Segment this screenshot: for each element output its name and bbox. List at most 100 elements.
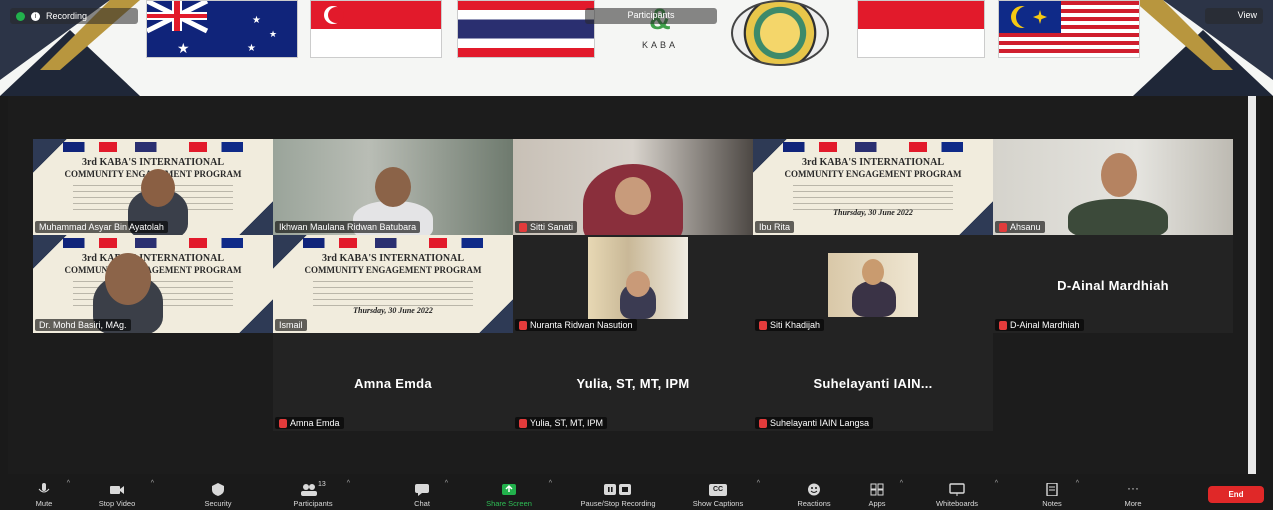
security-button[interactable]: Security [198, 478, 238, 508]
participant-tile[interactable]: 3rd KABA'S INTERNATIONAL COMMUNITY ENGAG… [753, 139, 993, 235]
slide-subtitle: COMMUNITY ENGAGEMENT PROGRAM [784, 169, 962, 179]
captions-icon: CC [709, 484, 727, 496]
participant-video [828, 253, 918, 317]
participant-display-name: Yulia, ST, MT, IPM [576, 376, 690, 392]
shared-screen-banner: ★ ★ ★ ★ & KABA i [0, 0, 1273, 96]
participant-tile[interactable]: D-Ainal Mardhiah D-Ainal Mardhiah [993, 235, 1233, 333]
view-button[interactable]: View [1205, 8, 1263, 24]
participant-tile[interactable]: Sitti Sanati [513, 139, 753, 235]
chevron-up-icon[interactable]: ^ [445, 480, 448, 487]
participant-face [626, 271, 650, 297]
muted-mic-icon [519, 418, 527, 428]
security-label: Security [204, 499, 232, 508]
slide-flags [303, 238, 483, 248]
end-meeting-button[interactable]: End [1208, 486, 1264, 503]
participant-tile[interactable]: Siti Khadijah [753, 235, 993, 333]
participant-tile[interactable]: Ikhwan Maulana Ridwan Batubara [273, 139, 513, 235]
recording-label: Recording [46, 11, 88, 21]
shield-icon [212, 483, 224, 496]
chevron-up-icon[interactable]: ^ [67, 480, 70, 487]
show-captions-button[interactable]: CC ^ Show Captions [688, 478, 760, 508]
whiteboards-button[interactable]: ^ Whiteboards [928, 478, 998, 508]
svg-text:★: ★ [252, 15, 261, 26]
gallery-scrollbar[interactable] [1248, 96, 1256, 474]
kaba-logo-text: KABA [641, 40, 678, 50]
stop-video-button[interactable]: ^ Stop Video [92, 478, 154, 508]
participant-name-text: Amna Emda [290, 418, 340, 428]
chevron-up-icon[interactable]: ^ [995, 480, 998, 487]
participant-name: Nuranta Ridwan Nasution [515, 319, 637, 331]
zoom-meeting-window: ★ ★ ★ ★ & KABA i [0, 0, 1273, 510]
participant-name-text: Ikhwan Maulana Ridwan Batubara [279, 222, 417, 232]
pause-stop-recording-button[interactable]: Pause/Stop Recording [564, 478, 672, 508]
chevron-up-icon[interactable]: ^ [549, 480, 552, 487]
malaysia-flag-icon [998, 0, 1140, 58]
chat-button[interactable]: ^ Chat [408, 478, 448, 508]
pause-recording-label: Pause/Stop Recording [580, 499, 656, 508]
recording-indicator[interactable]: i Recording [10, 8, 138, 24]
people-icon [301, 484, 317, 496]
participant-tile[interactable]: 3rd KABA'S INTERNATIONAL COMMUNITY ENGAG… [273, 235, 513, 333]
muted-mic-icon [999, 222, 1007, 232]
participant-name-text: Yulia, ST, MT, IPM [530, 418, 604, 428]
participant-tile[interactable]: 3rd KABA'S INTERNATIONAL COMMUNITY ENGAG… [33, 235, 273, 333]
share-screen-button[interactable]: ^ Share Screen [478, 478, 552, 508]
singapore-flag-icon [310, 0, 442, 58]
participant-body [852, 281, 896, 317]
slide-flags [783, 142, 963, 152]
crescent-icon [1011, 6, 1038, 28]
participant-tile[interactable]: Nuranta Ridwan Nasution [513, 235, 753, 333]
participant-name: Ahsanu [995, 221, 1045, 233]
participant-face [105, 253, 151, 305]
slide-flags [63, 238, 243, 248]
slide-date: Thursday, 30 June 2022 [833, 208, 913, 217]
info-icon: i [31, 11, 40, 21]
participant-tile[interactable]: Ahsanu [993, 139, 1233, 235]
chevron-up-icon[interactable]: ^ [900, 480, 903, 487]
muted-mic-icon [279, 418, 287, 428]
participant-name: Ismail [275, 319, 307, 331]
apps-grid-icon [870, 483, 884, 496]
participant-face [141, 169, 175, 207]
singapore-flag-graphic [324, 6, 344, 24]
participant-video [588, 237, 688, 319]
participant-name: Sitti Sanati [515, 221, 578, 233]
whiteboards-label: Whiteboards [935, 499, 979, 508]
australia-flag-icon: ★ ★ ★ ★ [146, 0, 298, 58]
participant-video [1068, 199, 1168, 235]
chevron-up-icon[interactable]: ^ [347, 480, 350, 487]
participant-face [1101, 153, 1137, 197]
indonesia-flag-icon [857, 0, 985, 58]
participants-button[interactable]: 13 ^ Participants [288, 478, 350, 508]
participant-name: Ibu Rita [755, 221, 795, 233]
participant-name: Yulia, ST, MT, IPM [515, 417, 608, 429]
share-screen-label: Share Screen [486, 499, 532, 508]
slide-date: Thursday, 30 June 2022 [353, 306, 433, 315]
participant-tile[interactable]: 3rd KABA'S INTERNATIONAL COMMUNITY ENGAG… [33, 139, 273, 235]
chevron-up-icon[interactable]: ^ [151, 480, 154, 487]
slide-body-text [313, 281, 473, 307]
participant-tile[interactable]: Amna Emda Amna Emda [273, 333, 513, 431]
apps-label: Apps [868, 499, 886, 508]
participants-icon: 13 [300, 481, 326, 496]
notes-icon [1046, 483, 1058, 496]
svg-text:★: ★ [177, 40, 190, 56]
participant-tile[interactable]: Yulia, ST, MT, IPM Yulia, ST, MT, IPM [513, 333, 753, 431]
participant-name: Muhammad Asyar Bin Ayatolah [35, 221, 168, 233]
mute-button[interactable]: ^ Mute [30, 478, 70, 508]
apps-button[interactable]: ^ Apps [863, 478, 903, 508]
participant-tile[interactable]: Suhelayanti IAIN... Suhelayanti IAIN Lan… [753, 333, 993, 431]
participant-name-text: Ismail [279, 320, 303, 330]
share-screen-icon [502, 484, 516, 495]
participant-name: Ikhwan Maulana Ridwan Batubara [275, 221, 421, 233]
svg-text:★: ★ [269, 29, 277, 39]
reactions-button[interactable]: Reactions [793, 478, 835, 508]
participants-label: Participants [293, 499, 333, 508]
more-button[interactable]: ··· More [1118, 478, 1148, 508]
more-dots-icon: ··· [1127, 481, 1139, 495]
university-seal-icon [731, 0, 829, 66]
chevron-up-icon[interactable]: ^ [757, 480, 760, 487]
chevron-up-icon[interactable]: ^ [1076, 480, 1079, 487]
slide-title: 3rd KABA'S INTERNATIONAL [81, 253, 225, 264]
notes-button[interactable]: ^ Notes [1037, 478, 1079, 508]
